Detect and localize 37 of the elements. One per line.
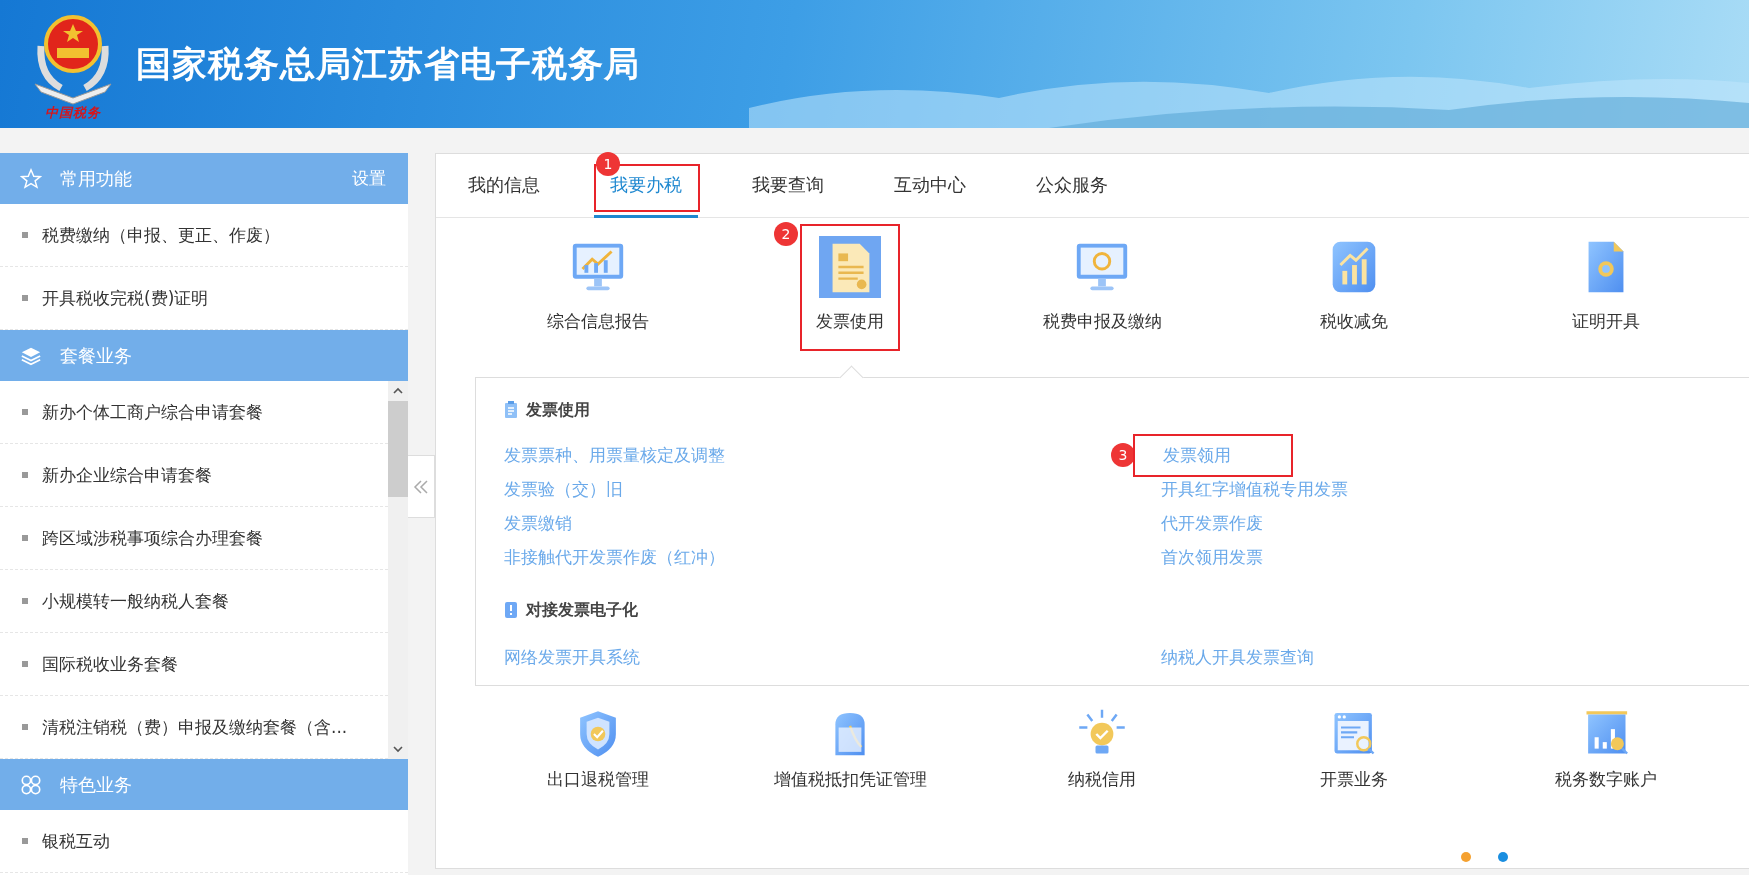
step-badge: 1 [596,152,620,176]
scrollbar[interactable] [388,381,408,759]
double-chevron-left-icon [413,478,429,495]
service-tile[interactable]: 税务数字账户 [1539,702,1673,797]
collapse-button[interactable] [408,455,435,518]
pager-dot[interactable] [1461,852,1471,862]
nav-tab[interactable]: 我要查询 [736,154,840,218]
nav-tab[interactable]: 公众服务 [1020,154,1124,218]
group-heading: 对接发票电子化 [526,599,638,621]
section-title: 套餐业务 [60,343,133,368]
service-tile[interactable]: 发票使用 [800,224,900,351]
nav-tab[interactable]: 我的信息 [452,154,556,218]
emblem-caption: 中国税务 [45,104,101,122]
document-icon [819,236,881,298]
menu-item[interactable]: 税费缴纳（申报、更正、作废） [0,204,408,267]
nav-tab[interactable]: 互动中心 [878,154,982,218]
service-tile[interactable]: 增值税抵扣凭证管理 [757,702,943,797]
clipboard-icon [504,401,518,419]
service-tile[interactable]: 出口退税管理 [531,702,665,797]
info-icon [504,601,518,619]
service-tile[interactable]: 税费申报及缴纳 [1026,224,1178,351]
site-title: 国家税务总局江苏省电子税务局 [136,42,640,86]
service-tile[interactable]: 税收减免 [1304,224,1404,351]
star-icon [20,167,42,190]
scroll-down-icon [392,743,404,755]
grid-circles-icon [20,773,42,796]
step-badge: 3 [1111,443,1135,467]
section-title: 特色业务 [60,772,133,797]
section-title: 常用功能 [60,166,133,191]
service-tile[interactable]: 纳税信用 [1052,702,1152,797]
step-badge: 2 [774,222,798,246]
service-tile[interactable]: 综合信息报告 [531,224,665,351]
group-heading: 发票使用 [526,399,590,421]
menu-item[interactable]: 银税互动 [0,810,408,873]
service-tile[interactable]: 开票业务 [1304,702,1404,797]
pager-dot[interactable] [1498,852,1508,862]
service-tile[interactable]: 证明开具 [1556,224,1656,351]
